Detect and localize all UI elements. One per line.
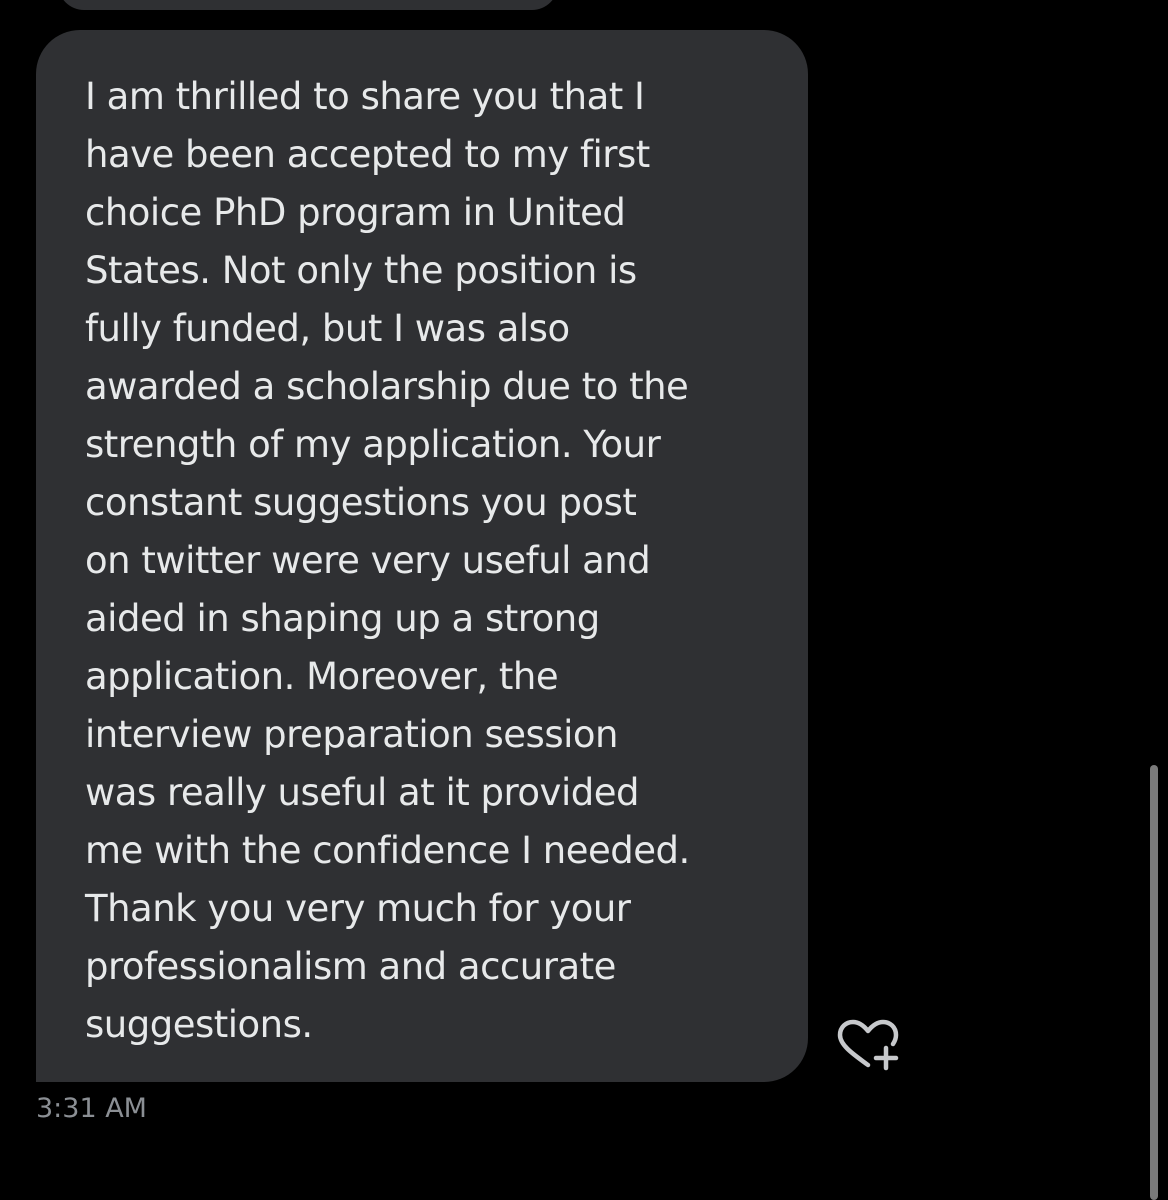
message-line: fully funded, but I was also <box>85 307 570 350</box>
message-line: constant suggestions you post <box>85 481 637 524</box>
message-line: have been accepted to my first <box>85 133 650 176</box>
message-line: me with the confidence I needed. <box>85 829 690 872</box>
message-line: was really useful at it provided <box>85 771 639 814</box>
message-line: I am thrilled to share you that I <box>85 75 645 118</box>
message-line: suggestions. <box>85 1003 313 1046</box>
message-line: strength of my application. Your <box>85 423 661 466</box>
message-line: professionalism and accurate <box>85 945 616 988</box>
message-line: on twitter were very useful and <box>85 539 651 582</box>
add-reaction-button[interactable] <box>830 1016 906 1076</box>
message-text: I am thrilled to share you that I have b… <box>85 68 690 1054</box>
previous-message-bubble <box>58 0 558 10</box>
message-line: interview preparation session <box>85 713 618 756</box>
message-line: awarded a scholarship due to the <box>85 365 689 408</box>
message-timestamp: 3:31 AM <box>36 1093 147 1124</box>
message-line: choice PhD program in United <box>85 191 626 234</box>
message-line: application. Moreover, the <box>85 655 559 698</box>
message-line: Thank you very much for your <box>85 887 631 930</box>
message-line: aided in shaping up a strong <box>85 597 600 640</box>
scrollbar[interactable] <box>1150 765 1158 1200</box>
heart-plus-icon <box>837 1019 899 1071</box>
message-line: States. Not only the position is <box>85 249 637 292</box>
